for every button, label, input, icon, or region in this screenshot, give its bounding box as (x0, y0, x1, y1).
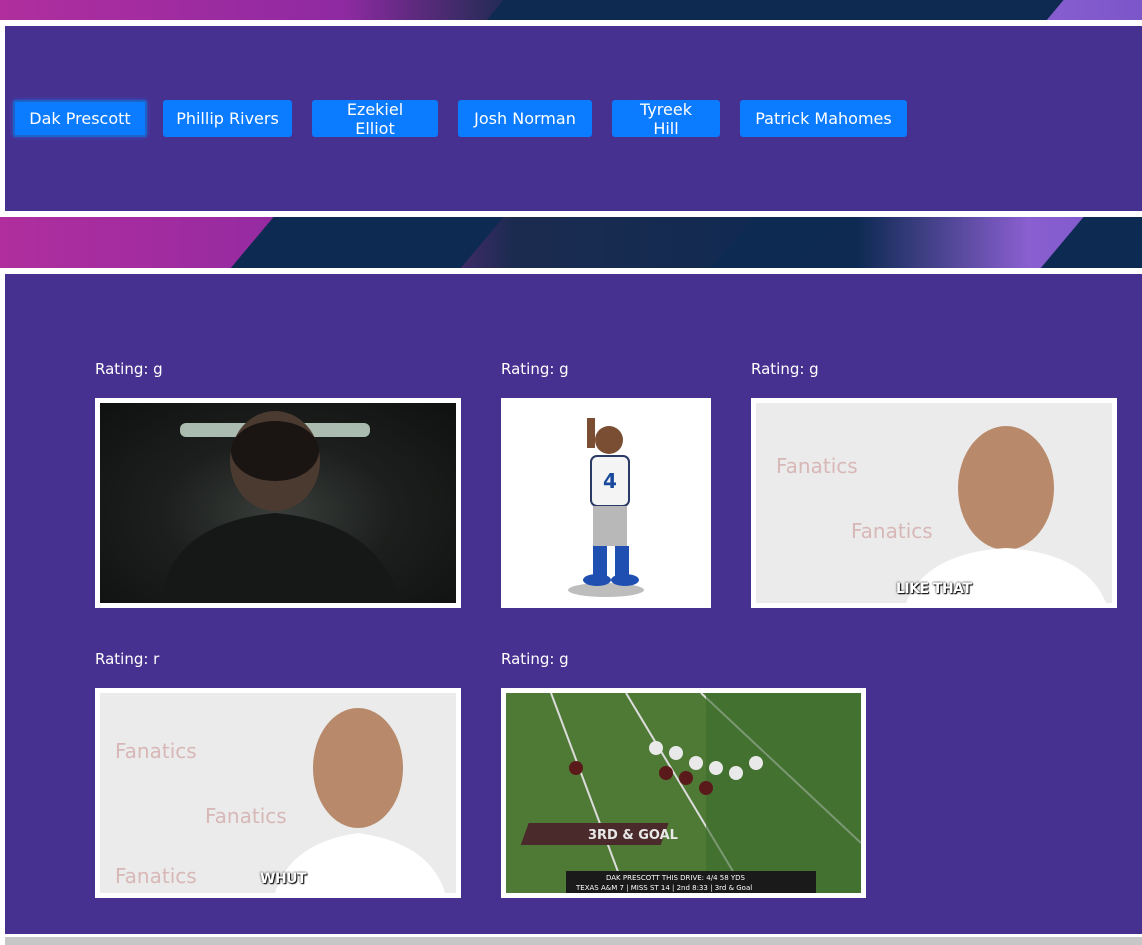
jersey-number: 4 (603, 469, 617, 493)
gif-image[interactable]: Fanatics Fanatics Fanatics WHUT (95, 688, 461, 898)
banner-stripe (419, 0, 1081, 20)
player-button-josh-norman[interactable]: Josh Norman (458, 100, 592, 137)
gif-rating-label: Rating: g (501, 650, 569, 668)
banner-stripe (189, 217, 521, 268)
horizontal-scrollbar[interactable] (5, 937, 1142, 945)
cartoon-player-illustration: 4 (568, 418, 644, 597)
player-button-phillip-rivers[interactable]: Phillip Rivers (163, 100, 292, 137)
player-button-tyreek-hill[interactable]: Tyreek Hill (612, 100, 720, 138)
gif-rating-label: Rating: g (501, 360, 569, 378)
gif-image[interactable] (95, 398, 461, 608)
gif-image[interactable]: 3RD & GOAL DAK PRESCOTT THIS DRIVE: 4/4 … (501, 688, 866, 898)
top-decorative-banner (0, 0, 1142, 20)
gif-caption: WHUT (260, 871, 307, 887)
svg-text:Fanatics: Fanatics (205, 804, 287, 828)
player-button-ezekiel-elliot[interactable]: Ezekiel Elliot (312, 100, 438, 138)
gif-rating-label: Rating: r (95, 650, 160, 668)
svg-text:Fanatics: Fanatics (776, 454, 858, 478)
gif-image[interactable]: Fanatics Fanatics LIKE THAT (751, 398, 1117, 608)
svg-text:Fanatics: Fanatics (851, 519, 933, 543)
banner-stripe (999, 217, 1142, 268)
player-portrait-illustration (160, 411, 400, 603)
fanatics-backdrop-illustration: Fanatics Fanatics Fanatics (115, 708, 445, 893)
football-field-illustration: 3RD & GOAL DAK PRESCOTT THIS DRIVE: 4/4 … (520, 693, 861, 893)
gif-image[interactable]: 4 (501, 398, 711, 608)
gif-rating-label: Rating: g (95, 360, 163, 378)
svg-text:3RD & GOAL: 3RD & GOAL (588, 828, 678, 843)
player-button-dak-prescott[interactable]: Dak Prescott (13, 100, 147, 137)
middle-decorative-banner (0, 217, 1142, 268)
gif-rating-label: Rating: g (751, 360, 819, 378)
svg-text:DAK PRESCOTT THIS DRIVE: 4/4 5: DAK PRESCOTT THIS DRIVE: 4/4 58 YDS (606, 874, 746, 882)
svg-text:TEXAS A&M 7 | MISS ST 14 | 2nd: TEXAS A&M 7 | MISS ST 14 | 2nd 8:33 | 3r… (575, 884, 752, 892)
svg-text:Fanatics: Fanatics (115, 739, 197, 763)
fanatics-backdrop-illustration: Fanatics Fanatics (776, 426, 1106, 603)
player-buttons-panel: Dak Prescott Phillip Rivers Ezekiel Elli… (5, 26, 1142, 211)
gif-caption: LIKE THAT (896, 581, 972, 597)
svg-text:Fanatics: Fanatics (115, 864, 197, 888)
player-button-row: Dak Prescott Phillip Rivers Ezekiel Elli… (13, 100, 907, 138)
player-button-patrick-mahomes[interactable]: Patrick Mahomes (740, 100, 907, 137)
banner-stripe (669, 217, 861, 268)
